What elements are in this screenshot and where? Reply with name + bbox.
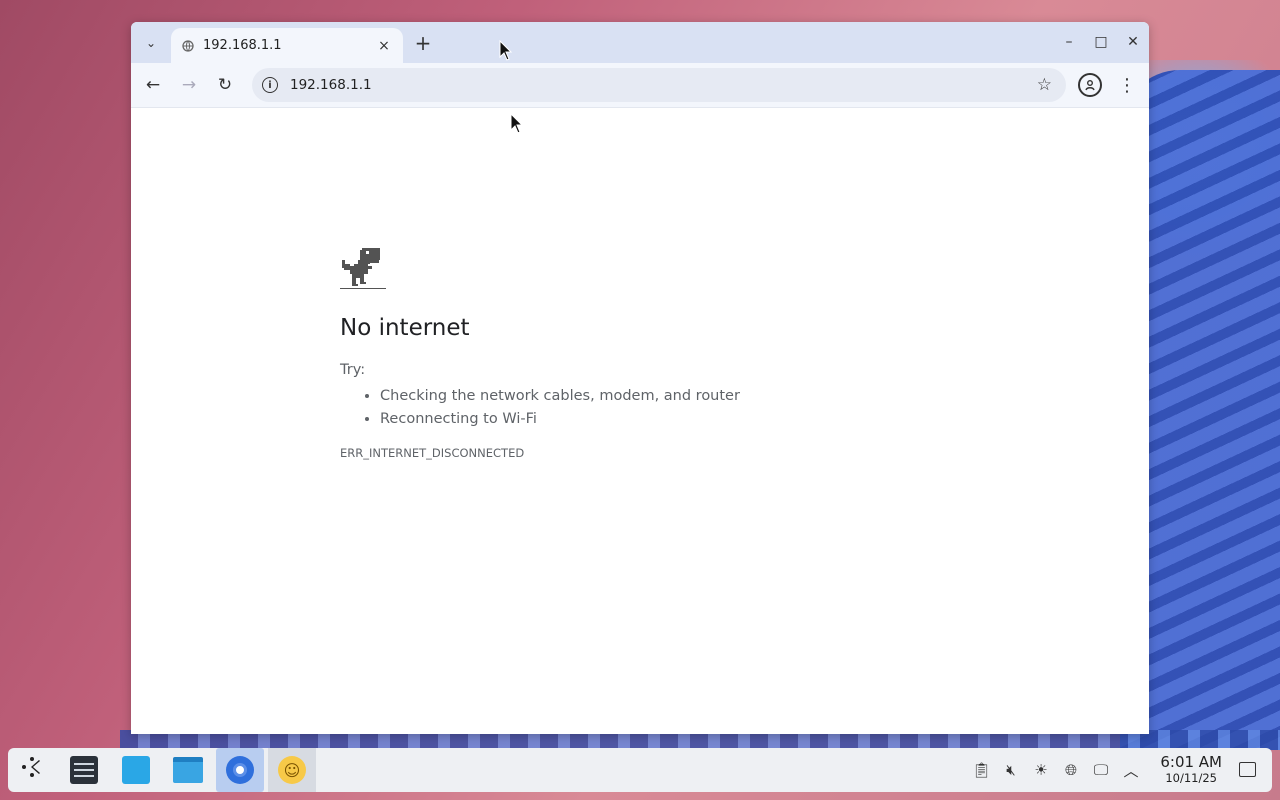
tab-strip: ⌄ 192.168.1.1 × + – □ ✕: [131, 22, 1149, 63]
window-controls: – □ ✕: [1059, 30, 1143, 54]
minimize-button[interactable]: –: [1059, 30, 1079, 54]
mouse-cursor-icon: [499, 40, 513, 61]
file-manager-icon: [173, 757, 203, 783]
new-tab-button[interactable]: +: [411, 31, 435, 55]
site-info-icon[interactable]: i: [262, 77, 278, 93]
system-settings-icon: [70, 756, 98, 784]
mouse-cursor-icon: [510, 113, 524, 134]
emoji-picker-icon: ☺: [278, 756, 306, 784]
browser-menu-button[interactable]: ⋮: [1115, 72, 1139, 98]
browser-toolbar: ← → ↻ i 192.168.1.1 ☆ ⋮: [131, 63, 1149, 108]
profile-icon[interactable]: [1078, 73, 1102, 97]
globe-icon: [181, 39, 195, 53]
forward-button[interactable]: →: [176, 72, 202, 98]
taskbar-app-discover[interactable]: [112, 748, 160, 792]
taskbar-app-files[interactable]: [164, 748, 212, 792]
url-text[interactable]: 192.168.1.1: [290, 77, 1037, 93]
maximize-button[interactable]: □: [1091, 30, 1111, 54]
discover-icon: [122, 756, 150, 784]
suggestion-list: Checking the network cables, modem, and …: [380, 385, 740, 431]
browser-window: ⌄ 192.168.1.1 × + – □ ✕ ← → ↻ i 192.168.…: [131, 22, 1149, 734]
address-bar[interactable]: i 192.168.1.1 ☆: [252, 68, 1066, 102]
bookmark-star-icon[interactable]: ☆: [1037, 75, 1052, 95]
brightness-icon[interactable]: ☀: [1032, 761, 1050, 779]
tab-search-button[interactable]: ⌄: [139, 31, 163, 55]
suggestion-item: Checking the network cables, modem, and …: [380, 385, 740, 408]
dinosaur-icon[interactable]: [340, 246, 386, 296]
tab-close-icon[interactable]: ×: [375, 38, 393, 54]
page-content: No internet Try: Checking the network ca…: [131, 108, 1149, 734]
chromium-icon: [226, 756, 254, 784]
clock-time: 6:01 AM: [1160, 753, 1222, 771]
clock[interactable]: 6:01 AM 10/11/25: [1160, 753, 1222, 786]
taskbar-app-settings[interactable]: [60, 748, 108, 792]
launcher-button[interactable]: [8, 748, 56, 792]
clipboard-icon[interactable]: 📋︎: [972, 761, 991, 779]
taskbar-app-emoji[interactable]: ☺: [268, 748, 316, 792]
network-icon[interactable]: 🌐︎: [1062, 761, 1080, 779]
try-label: Try:: [340, 362, 366, 378]
close-window-button[interactable]: ✕: [1123, 30, 1143, 54]
error-title: No internet: [340, 315, 470, 341]
reload-button[interactable]: ↻: [212, 72, 238, 98]
tab-active[interactable]: 192.168.1.1 ×: [171, 28, 403, 63]
show-desktop-button[interactable]: [1239, 762, 1256, 777]
back-button[interactable]: ←: [140, 72, 166, 98]
chevron-up-icon[interactable]: ︿: [1122, 760, 1140, 781]
error-code: ERR_INTERNET_DISCONNECTED: [340, 446, 525, 460]
tab-title: 192.168.1.1: [203, 38, 282, 53]
taskbar-app-chromium[interactable]: [216, 748, 264, 792]
chevron-down-icon: ⌄: [145, 36, 157, 50]
launcher-icon: [19, 754, 45, 786]
display-icon[interactable]: 🖵︎: [1092, 761, 1110, 779]
clock-date: 10/11/25: [1165, 771, 1217, 785]
volume-muted-icon[interactable]: 🔇︎: [1002, 761, 1020, 779]
suggestion-item: Reconnecting to Wi-Fi: [380, 408, 740, 431]
taskbar: ☺ 📋︎ 🔇︎ ☀ 🌐︎ 🖵︎ ︿ 6:01 AM 10/11/25: [8, 748, 1272, 792]
